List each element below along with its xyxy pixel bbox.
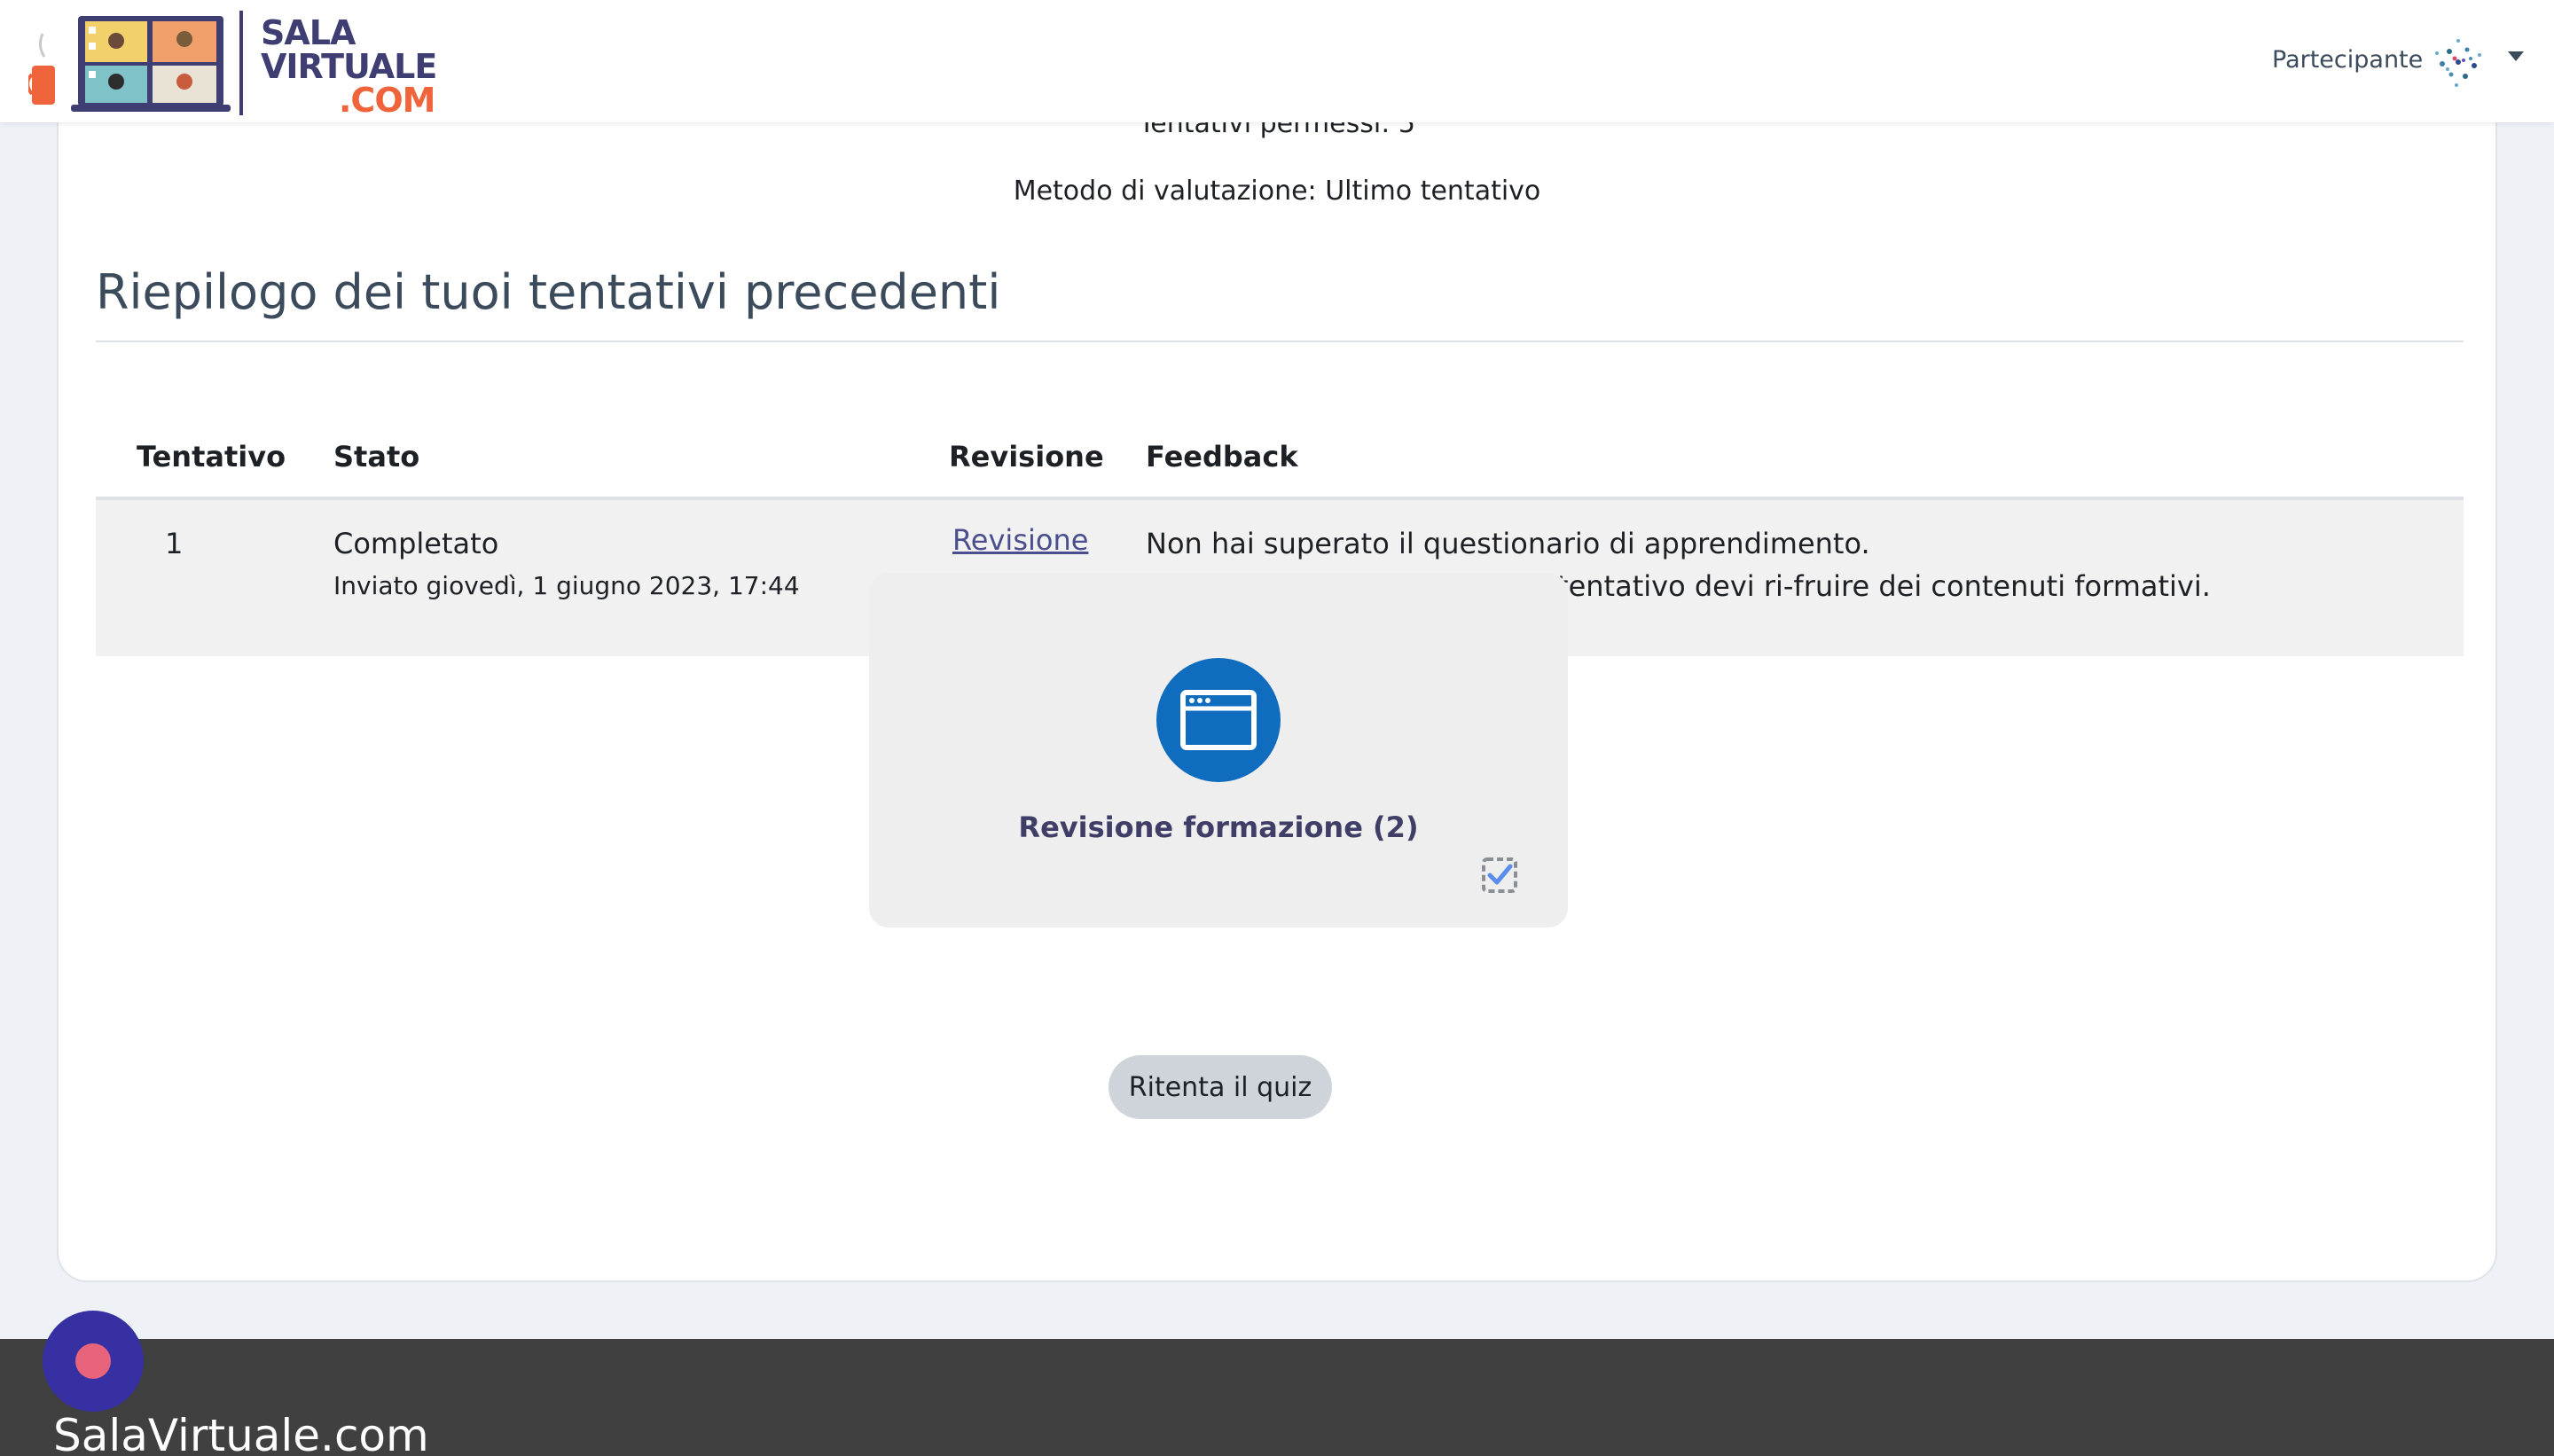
column-header-state: Stato <box>333 440 420 474</box>
attempt-submitted-date: Inviato giovedì, 1 giugno 2023, 17:44 <box>333 571 800 600</box>
user-avatar-icon[interactable] <box>2430 34 2487 90</box>
feedback-line-1: Non hai superato il questionario di appr… <box>1146 527 1870 560</box>
site-footer: SalaVirtuale.com <box>0 1339 2554 1456</box>
summary-title: Riepilogo dei tuoi tentativi precedenti <box>96 264 1001 320</box>
accessibility-fab-button[interactable] <box>43 1311 144 1412</box>
column-header-feedback: Feedback <box>1146 440 1298 474</box>
review-link[interactable]: Revisione <box>952 523 1088 557</box>
grading-method: Metodo di valutazione: Ultimo tentativo <box>1013 176 1541 207</box>
logo-divider <box>239 11 243 115</box>
activity-tile-label: Revisione formazione (2) <box>1018 810 1419 844</box>
top-navbar: SALA VIRTUALE .COM Partecipante <box>0 0 2554 122</box>
column-header-attempt: Tentativo <box>137 440 286 474</box>
attempt-number: 1 <box>165 527 184 560</box>
record-dot-icon <box>75 1343 111 1379</box>
activity-tile-review-training[interactable]: Revisione formazione (2) <box>869 573 1568 928</box>
logo-wordmark: SALA VIRTUALE .COM <box>261 13 437 120</box>
browser-window-icon <box>1156 658 1281 782</box>
user-role-label[interactable]: Partecipante <box>2272 46 2423 74</box>
logo-laptop-icon <box>26 16 231 112</box>
site-logo[interactable]: SALA VIRTUALE .COM <box>26 7 445 120</box>
column-header-review: Revisione <box>949 440 1104 474</box>
attempt-state: Completato <box>333 527 499 560</box>
table-header-row: Tentativo Stato Revisione Feedback <box>96 342 2464 500</box>
retake-quiz-button[interactable]: Ritenta il quiz <box>1109 1055 1332 1119</box>
completion-checkbox-icon[interactable] <box>1481 857 1518 894</box>
footer-brand: SalaVirtuale.com <box>53 1410 429 1456</box>
caret-down-icon[interactable] <box>2508 51 2524 61</box>
